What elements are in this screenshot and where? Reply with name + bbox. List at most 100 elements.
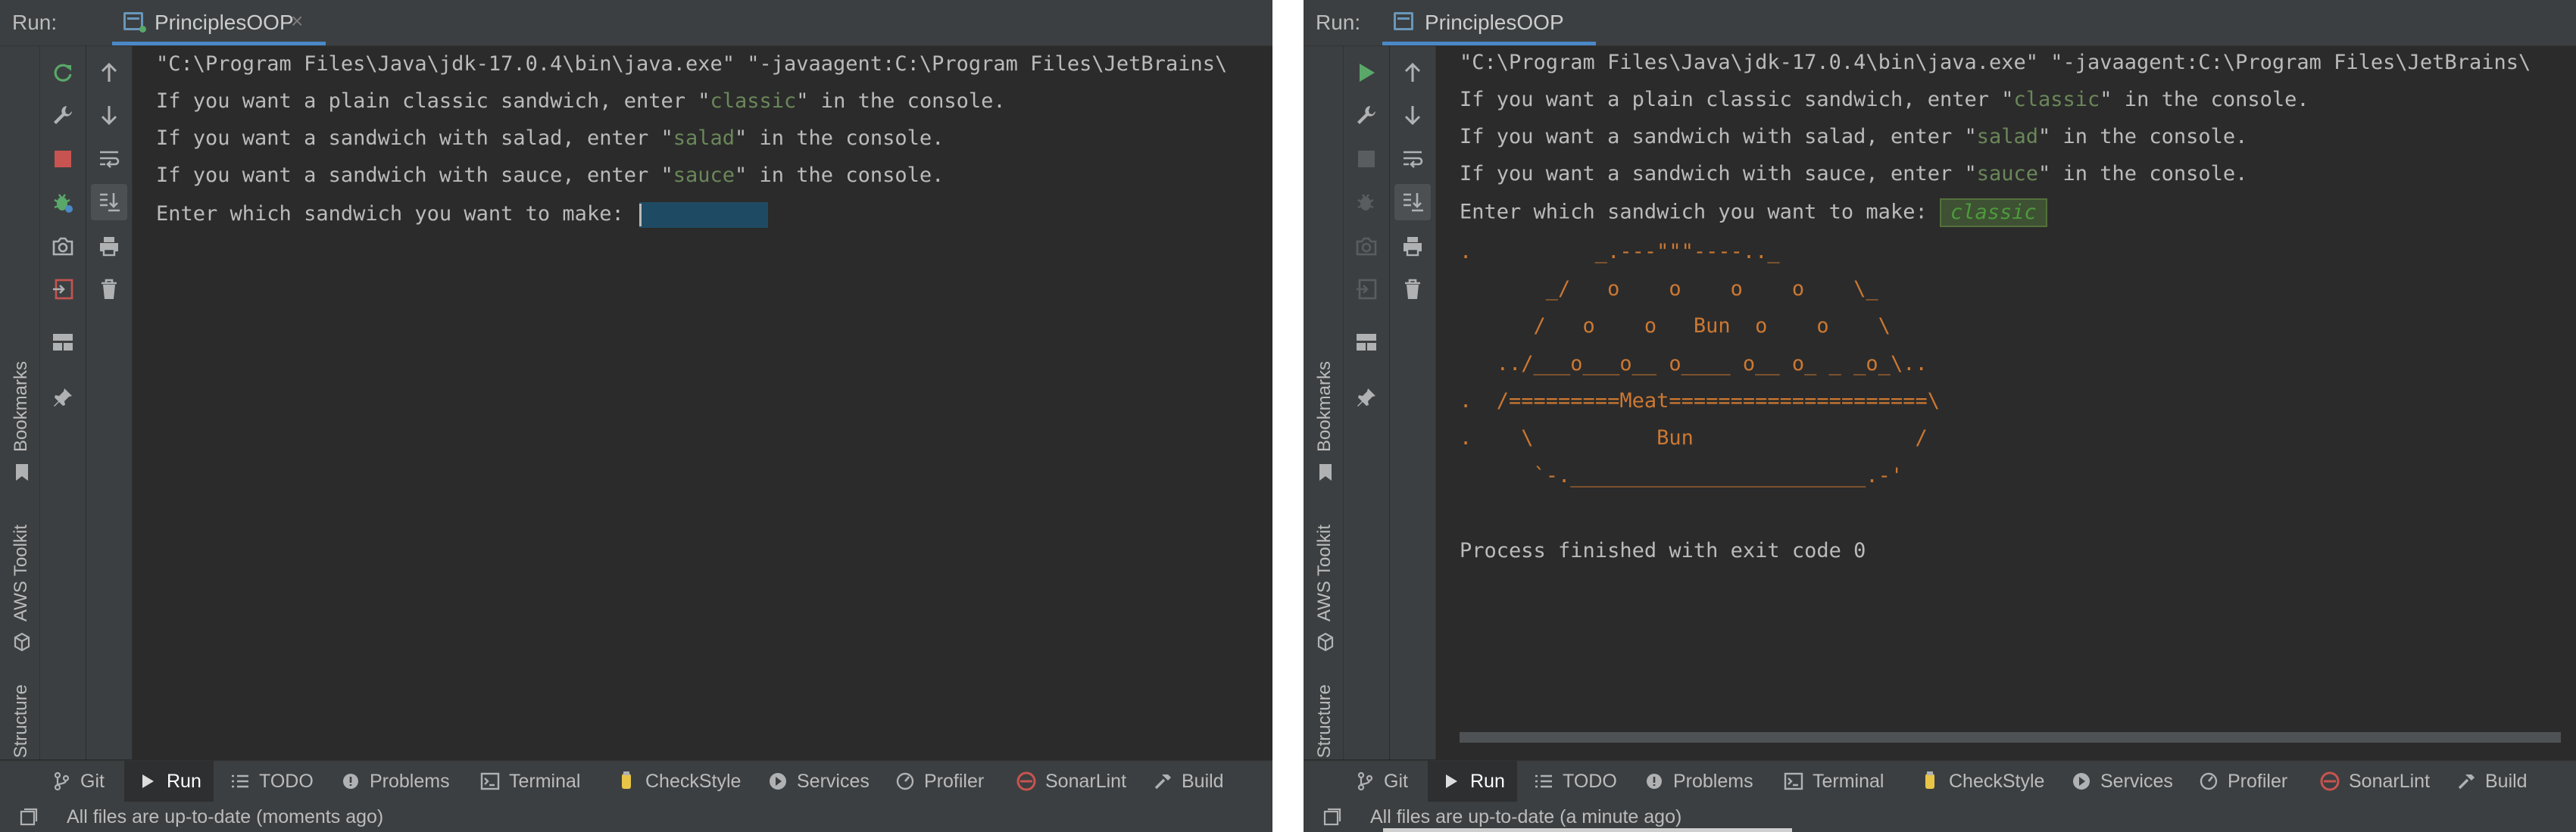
exit-message: Process finished with exit code 0: [1460, 539, 1866, 562]
list-icon: [1532, 770, 1555, 793]
soft-wrap-button[interactable]: [1394, 141, 1431, 177]
run-config-icon: [1394, 12, 1413, 30]
bottom-tab-run[interactable]: Run: [124, 761, 214, 802]
exit-button[interactable]: [1348, 271, 1385, 307]
bottom-tab-problems[interactable]: Problems: [1643, 761, 1753, 802]
bottom-tab-problems[interactable]: Problems: [339, 761, 450, 802]
bottom-tab-checkstyle[interactable]: CheckStyle: [1919, 761, 2044, 802]
scroll-to-end-button[interactable]: [1394, 184, 1431, 220]
bottom-tab-todo[interactable]: TODO: [1532, 761, 1617, 802]
bottom-tab-sonarlint[interactable]: SonarLint: [2318, 761, 2430, 802]
status-bar: All files are up-to-date (moments ago): [0, 802, 1272, 832]
layout-icon: [52, 332, 74, 352]
pin-tab-button[interactable]: [1348, 379, 1385, 416]
soft-wrap-icon: [98, 148, 120, 170]
ascii-art-line: ../___o___o__ o____ o__ o_ _ _o_\..: [1460, 352, 1928, 375]
scroll-down-button[interactable]: [1394, 97, 1431, 133]
bottom-tab-services[interactable]: Services: [767, 761, 870, 802]
bottom-tab-services[interactable]: Services: [2070, 761, 2173, 802]
panel-toggle-icon[interactable]: [20, 808, 38, 826]
running-indicator-icon: [139, 26, 146, 33]
play-icon: [136, 770, 159, 793]
bookmarks-tool-button[interactable]: Bookmarks: [0, 304, 39, 485]
git-branch-icon: [1354, 770, 1376, 793]
list-icon: [229, 770, 251, 793]
console-line-classic: If you want a plain classic sandwich, en…: [1460, 88, 2309, 111]
checkstyle-icon: [615, 770, 638, 793]
right-run-window: Run: PrinciplesOOP Bookmarks AWS Toolkit…: [1304, 0, 2576, 832]
keyword-salad: salad: [673, 126, 735, 150]
soft-wrap-icon: [1401, 148, 1424, 170]
console-prompt-line: Enter which sandwich you want to make:: [156, 201, 768, 228]
aws-toolkit-tool-button[interactable]: AWS Toolkit: [0, 470, 39, 655]
scroll-to-end-button[interactable]: [91, 184, 127, 220]
run-tab-label: PrinciplesOOP: [155, 11, 294, 34]
bottom-tab-terminal[interactable]: Terminal: [1782, 761, 1884, 802]
edit-configuration-button[interactable]: [45, 97, 81, 133]
console-line-salad: If you want a sandwich with salad, enter…: [1460, 125, 2248, 148]
run-button[interactable]: [1348, 55, 1385, 91]
console-input-field[interactable]: [639, 201, 768, 228]
scroll-to-end-icon: [98, 191, 120, 213]
close-tab-icon[interactable]: ×: [291, 9, 303, 33]
console-output[interactable]: "C:\Program Files\Java\jdk-17.0.4\bin\ja…: [133, 46, 1272, 759]
bottom-tab-label: TODO: [259, 770, 314, 792]
play-icon: [1357, 62, 1376, 83]
horizontal-scrollbar[interactable]: [1460, 732, 2561, 743]
rerun-button[interactable]: [45, 55, 81, 91]
left-run-window: Run: PrinciplesOOP × Bookmarks AWS Toolk…: [0, 0, 1272, 832]
bottom-tab-terminal[interactable]: Terminal: [479, 761, 580, 802]
bottom-tab-run[interactable]: Run: [1428, 761, 1517, 802]
attach-debugger-button[interactable]: [45, 184, 81, 220]
scroll-down-button[interactable]: [91, 97, 127, 133]
status-message[interactable]: All files are up-to-date (moments ago): [67, 806, 383, 828]
stop-button[interactable]: [1348, 141, 1385, 177]
bottom-tab-git[interactable]: Git: [50, 761, 105, 802]
soft-wrap-button[interactable]: [91, 141, 127, 177]
console-output[interactable]: "C:\Program Files\Java\jdk-17.0.4\bin\ja…: [1437, 46, 2576, 759]
run-tab-label: PrinciplesOOP: [1425, 11, 1564, 34]
dump-threads-button[interactable]: [45, 228, 81, 264]
print-button[interactable]: [91, 228, 127, 264]
sonarlint-icon: [1015, 770, 1038, 793]
wrench-icon: [1355, 104, 1378, 126]
bottom-tab-profiler[interactable]: Profiler: [2197, 761, 2287, 802]
console-input-value[interactable]: classic: [1939, 198, 2047, 227]
bottom-tool-bar: Git Run TODO Problems Terminal CheckStyl…: [0, 760, 1272, 802]
status-message[interactable]: All files are up-to-date (a minute ago): [1370, 806, 1681, 828]
stop-button[interactable]: [45, 141, 81, 177]
attach-debugger-button[interactable]: [1348, 184, 1385, 220]
panel-toggle-icon[interactable]: [1323, 808, 1341, 826]
hammer-icon: [1151, 770, 1174, 793]
exit-button[interactable]: [45, 271, 81, 307]
pin-tab-button[interactable]: [45, 379, 81, 416]
edit-configuration-button[interactable]: [1348, 97, 1385, 133]
dump-threads-button[interactable]: [1348, 228, 1385, 264]
trash-icon: [99, 278, 119, 301]
bottom-tab-todo[interactable]: TODO: [229, 761, 314, 802]
run-tab-principlesoop[interactable]: PrinciplesOOP: [1382, 0, 1596, 45]
bottom-tab-build[interactable]: Build: [1151, 761, 1224, 802]
structure-label: Structure: [1314, 684, 1335, 758]
status-bar: All files are up-to-date (a minute ago): [1304, 802, 2576, 832]
bookmarks-tool-button[interactable]: Bookmarks: [1304, 304, 1343, 485]
scroll-to-end-icon: [1401, 191, 1424, 213]
bookmarks-label: Bookmarks: [1314, 360, 1335, 452]
clear-all-button[interactable]: [91, 271, 127, 307]
restore-layout-button[interactable]: [45, 324, 81, 360]
aws-toolkit-tool-button[interactable]: AWS Toolkit: [1304, 470, 1343, 655]
bottom-tab-profiler[interactable]: Profiler: [894, 761, 984, 802]
scroll-up-button[interactable]: [91, 55, 127, 91]
services-icon: [2070, 770, 2093, 793]
console-line-sauce: If you want a sandwich with sauce, enter…: [1460, 162, 2248, 185]
print-button[interactable]: [1394, 228, 1431, 264]
bottom-tab-checkstyle[interactable]: CheckStyle: [615, 761, 741, 802]
bottom-tab-git[interactable]: Git: [1354, 761, 1408, 802]
clear-all-button[interactable]: [1394, 271, 1431, 307]
bottom-tab-sonarlint[interactable]: SonarLint: [1015, 761, 1126, 802]
console-prompt-line: Enter which sandwich you want to make: c…: [1460, 198, 2047, 227]
bottom-tab-build[interactable]: Build: [2455, 761, 2528, 802]
restore-layout-button[interactable]: [1348, 324, 1385, 360]
run-tab-principlesoop[interactable]: PrinciplesOOP ×: [112, 0, 326, 45]
scroll-up-button[interactable]: [1394, 55, 1431, 91]
